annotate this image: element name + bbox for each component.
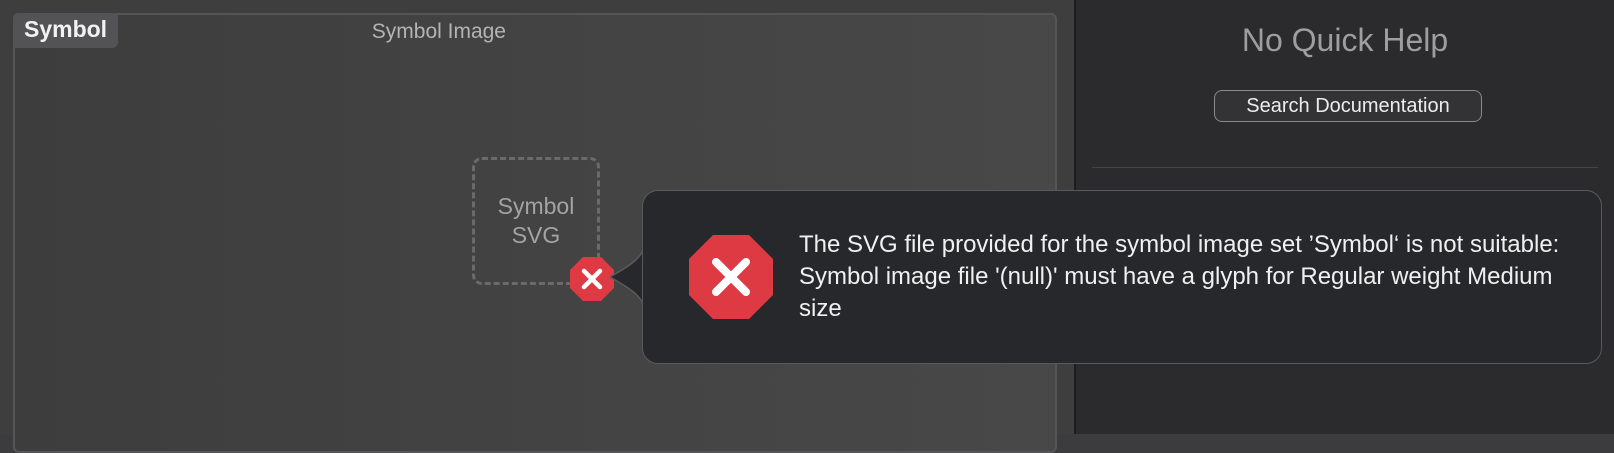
slot-label-line1: Symbol <box>497 193 575 219</box>
error-message: The SVG file provided for the symbol ima… <box>799 231 1560 322</box>
quick-help-title: No Quick Help <box>1241 22 1449 58</box>
inspector-divider <box>1092 167 1598 168</box>
image-set-type-label: Symbol Image <box>371 20 506 43</box>
error-popover: The SVG file provided for the symbol ima… <box>642 190 1602 364</box>
image-set-name-label[interactable]: Symbol <box>13 13 119 48</box>
error-octagon-icon <box>689 235 773 319</box>
search-documentation-button[interactable]: Search Documentation <box>1214 90 1482 122</box>
popover-arrow <box>610 247 646 307</box>
slot-label-line2: SVG <box>511 222 561 248</box>
error-octagon-icon[interactable] <box>568 255 616 303</box>
